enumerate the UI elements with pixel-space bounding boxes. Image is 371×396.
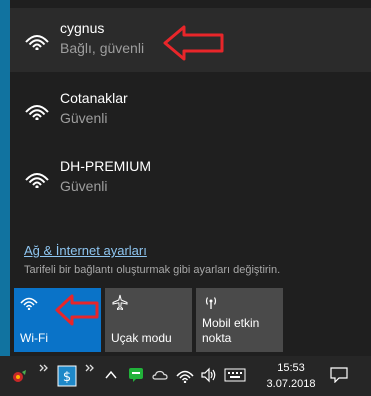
chat-app-icon[interactable] <box>128 367 144 383</box>
chevron-double-icon[interactable] <box>85 364 95 374</box>
network-name: DH-PREMIUM <box>60 158 151 174</box>
keyboard-icon[interactable] <box>224 368 246 382</box>
app-tray-icon[interactable] <box>10 368 28 386</box>
mobile-hotspot-tile[interactable]: Mobil etkin nokta <box>196 288 283 352</box>
taskbar: $ 15:53 3.07.2018 <box>0 356 371 396</box>
onedrive-icon[interactable] <box>152 367 168 383</box>
network-name: Cotanaklar <box>60 90 128 106</box>
hotspot-icon <box>205 297 217 309</box>
network-item-cotanaklar[interactable]: Cotanaklar Güvenli <box>10 78 371 142</box>
network-status: Güvenli <box>60 110 108 126</box>
currency-app-icon[interactable]: $ <box>57 365 77 387</box>
wifi-icon <box>20 297 38 310</box>
chevron-double-icon[interactable] <box>39 364 49 374</box>
network-settings-link[interactable]: Ağ & İnternet ayarları <box>24 243 147 258</box>
svg-text:$: $ <box>63 370 71 385</box>
clock-date: 3.07.2018 <box>266 378 316 390</box>
annotation-arrow <box>55 294 99 326</box>
settings-description: Tarifeli bir bağlantı oluşturmak gibi ay… <box>24 264 281 276</box>
action-center-icon[interactable] <box>330 367 348 383</box>
airplane-mode-tile[interactable]: Uçak modu <box>105 288 192 352</box>
airplane-icon <box>112 294 128 310</box>
hotspot-label-line1: Mobil etkin <box>202 316 260 330</box>
airplane-tile-label: Uçak modu <box>111 331 172 345</box>
wifi-signal-icon <box>25 105 49 120</box>
network-flyout: cygnus Bağlı, güvenli Cotanaklar Güvenli… <box>10 0 371 356</box>
show-hidden-icons-chevron-up-icon[interactable] <box>105 370 117 380</box>
wifi-tray-icon[interactable] <box>176 367 194 383</box>
wifi-tile-label: Wi-Fi <box>20 331 48 345</box>
network-name: cygnus <box>60 20 105 36</box>
clock[interactable]: 15:53 3.07.2018 <box>262 360 320 392</box>
volume-icon[interactable] <box>200 367 218 383</box>
desktop-background <box>0 0 10 356</box>
wifi-signal-icon <box>25 35 49 50</box>
annotation-arrow <box>163 25 224 61</box>
wifi-signal-icon <box>25 173 49 188</box>
clock-time: 15:53 <box>277 362 305 374</box>
network-item-dh-premium[interactable]: DH-PREMIUM Güvenli <box>10 146 371 210</box>
hotspot-label-line2: nokta <box>202 331 232 345</box>
network-status: Güvenli <box>60 178 108 194</box>
network-status: Bağlı, güvenli <box>60 40 145 56</box>
hotspot-tile-label: Mobil etkin nokta <box>202 316 259 346</box>
